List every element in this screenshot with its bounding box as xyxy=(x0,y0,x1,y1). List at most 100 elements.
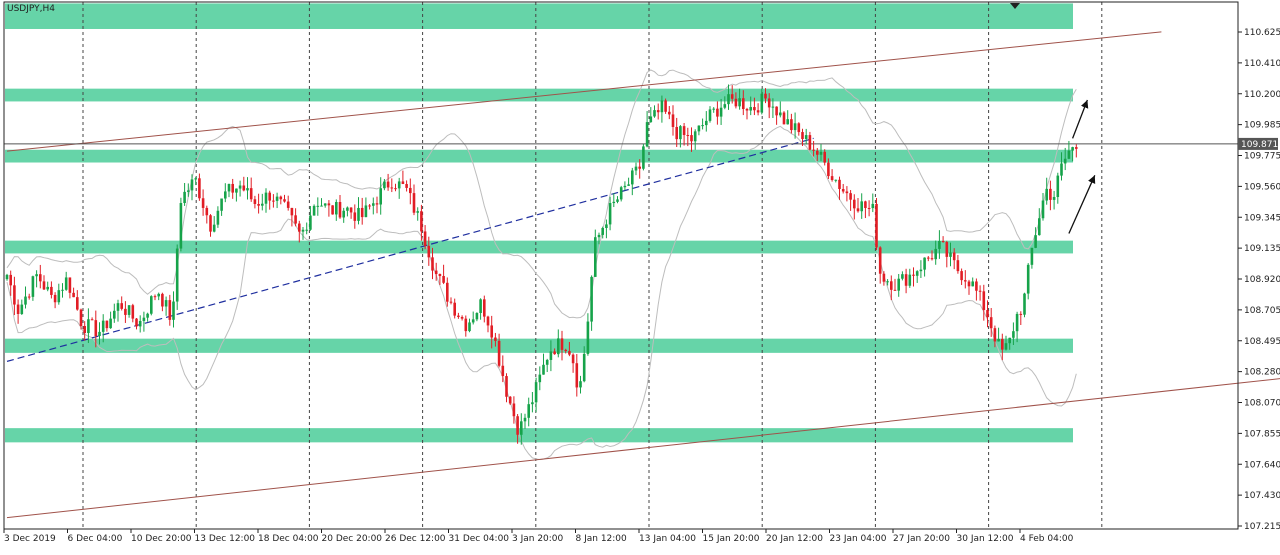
candle-body xyxy=(523,417,527,422)
sr-zone xyxy=(5,3,1073,29)
bands-layer xyxy=(6,69,1077,461)
candle-body xyxy=(442,276,445,283)
candle-body xyxy=(867,207,871,209)
candle-body xyxy=(468,322,471,332)
candle-body xyxy=(505,376,508,397)
candle-body xyxy=(605,224,608,228)
candle-body xyxy=(1071,147,1074,151)
candle-body xyxy=(693,131,697,142)
projection-arrow xyxy=(1071,99,1089,139)
candle-body xyxy=(231,183,234,193)
candle-body xyxy=(253,199,257,205)
candle-body xyxy=(475,312,479,320)
grid-layer xyxy=(82,2,1103,529)
candle-body xyxy=(142,317,146,321)
x-tick-label: 18 Dec 04:00 xyxy=(258,534,319,544)
candle-body xyxy=(124,308,127,315)
candle-body xyxy=(360,207,364,218)
candle-body xyxy=(279,196,283,200)
candle-body xyxy=(904,274,908,286)
candle-body xyxy=(701,125,704,127)
candle-body xyxy=(827,162,830,177)
candle-body xyxy=(294,215,297,224)
candle-body xyxy=(908,274,912,286)
candle-body xyxy=(601,227,604,235)
candle-body xyxy=(76,297,79,310)
candle-body xyxy=(675,126,678,140)
candle-body xyxy=(146,313,149,318)
candle-body xyxy=(1049,188,1052,200)
candle-body xyxy=(912,274,915,276)
candle-body xyxy=(582,353,586,382)
candle-body xyxy=(286,201,290,208)
x-tick-label: 3 Jan 20:00 xyxy=(512,534,564,544)
y-tick-label: 109.345 xyxy=(1244,213,1280,223)
candles-layer xyxy=(5,84,1078,445)
candle-body xyxy=(183,191,186,204)
candle-body xyxy=(564,349,567,352)
candle-body xyxy=(790,119,793,131)
candle-body xyxy=(209,215,212,232)
candle-body xyxy=(608,203,612,225)
candle-body xyxy=(501,365,505,377)
candle-body xyxy=(960,271,963,281)
candle-body xyxy=(9,274,12,286)
candle-body xyxy=(901,274,904,279)
candle-body xyxy=(168,300,172,320)
candle-body xyxy=(878,247,882,274)
candle-body xyxy=(682,126,686,136)
candle-body xyxy=(938,241,941,249)
candle-body xyxy=(594,237,597,277)
candle-body xyxy=(153,296,157,298)
candle-body xyxy=(871,203,875,209)
candle-body xyxy=(893,289,897,291)
candle-body xyxy=(838,179,841,189)
candle-body xyxy=(738,98,741,107)
candle-body xyxy=(290,207,294,216)
candle-body xyxy=(379,188,382,205)
y-tick-label: 108.070 xyxy=(1244,399,1280,409)
candle-body xyxy=(997,338,1000,342)
candle-body xyxy=(723,104,727,108)
candle-body xyxy=(364,205,368,218)
sr-zone xyxy=(5,338,1073,353)
candle-body xyxy=(205,207,209,216)
candle-body xyxy=(449,301,453,303)
candle-body xyxy=(135,318,138,327)
candle-body xyxy=(179,203,183,249)
candle-body xyxy=(150,296,153,314)
plot-frame xyxy=(3,1,1239,530)
candle-body xyxy=(742,98,745,109)
candle-body xyxy=(187,190,190,192)
candle-body xyxy=(1030,247,1034,265)
candle-body xyxy=(16,304,20,314)
candle-body xyxy=(1041,200,1045,219)
x-tick-label: 31 Dec 04:00 xyxy=(449,534,510,544)
candle-body xyxy=(272,200,275,202)
candle-body xyxy=(767,98,771,108)
candle-body xyxy=(249,188,253,200)
chart-svg: 110.625 110.410 110.200 109.985 109.775 109.5… xyxy=(3,1,1280,544)
candle-body xyxy=(860,201,863,212)
symbol-label: USDJPY,H4 xyxy=(7,4,55,14)
frame-layer xyxy=(3,1,1239,530)
y-tick-label: 107.215 xyxy=(1244,522,1280,532)
candle-body xyxy=(68,277,72,293)
candle-body xyxy=(375,203,379,205)
candle-body xyxy=(634,166,638,171)
candle-body xyxy=(460,316,464,319)
candle-body xyxy=(94,320,98,337)
candle-body xyxy=(638,166,641,169)
candle-body xyxy=(978,290,982,292)
candle-body xyxy=(989,317,993,329)
sr-zone xyxy=(5,240,1073,254)
candle-body xyxy=(113,310,116,319)
x-tick-label: 20 Jan 12:00 xyxy=(766,534,823,544)
x-tick-label: 15 Jan 20:00 xyxy=(703,534,760,544)
candle-body xyxy=(412,193,416,213)
x-tick-label: 13 Jan 04:00 xyxy=(639,534,696,544)
candle-body xyxy=(882,273,886,282)
candle-body xyxy=(649,116,653,123)
candle-body xyxy=(845,191,849,194)
candle-body xyxy=(1019,313,1023,315)
